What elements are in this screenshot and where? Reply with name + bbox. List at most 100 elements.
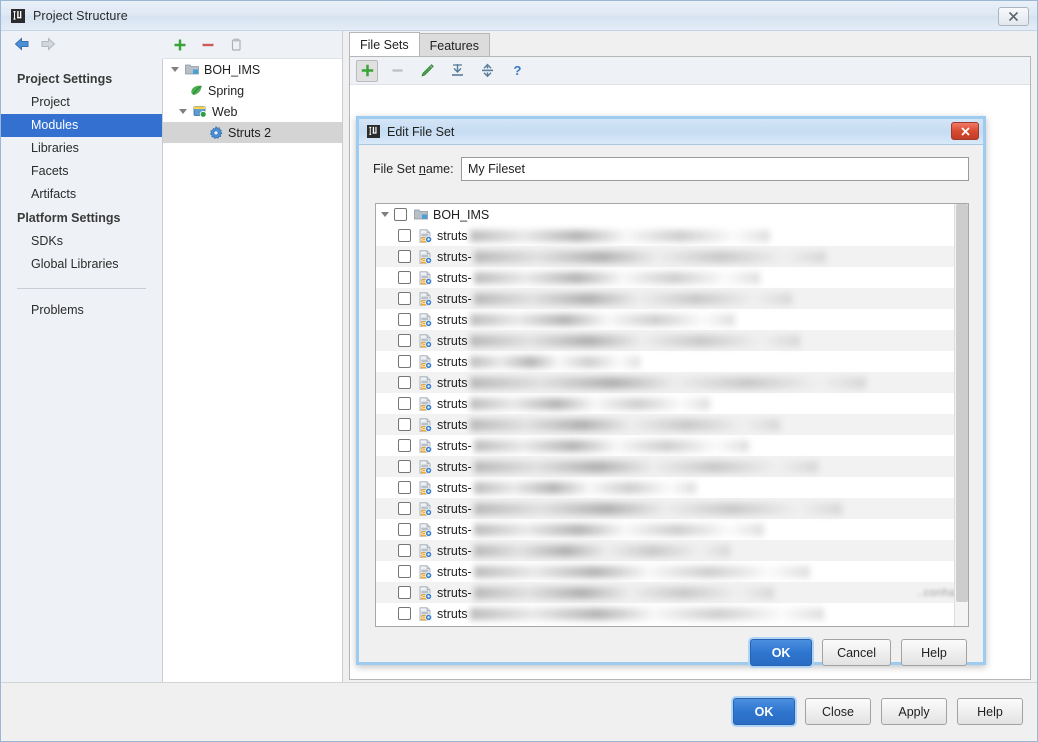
tree-row-checkbox[interactable] [394,208,407,221]
window-close-button[interactable] [998,7,1029,26]
tree-row-checkbox[interactable] [398,292,411,305]
file-tree-row[interactable]: <> struts [376,330,968,351]
struts-xml-icon: <> [415,333,435,348]
file-tree-root-row[interactable]: BOH_IMS [376,204,968,225]
file-tree-row[interactable]: <> struts- [376,540,968,561]
struts-xml-icon: <> [415,459,435,474]
tree-row-checkbox[interactable] [398,397,411,410]
struts-xml-icon: <> [415,396,435,411]
tree-row-checkbox[interactable] [398,313,411,326]
tree-row-checkbox[interactable] [398,523,411,536]
sidebar-item-modules[interactable]: Modules [1,114,162,137]
file-tree-row[interactable]: <> struts- [376,288,968,309]
struts-xml-icon: <> [415,312,435,327]
file-tree-row[interactable]: <> struts [376,414,968,435]
sidebar-item-project[interactable]: Project [1,91,162,114]
struts-xml-icon: <> [415,375,435,390]
tree-row-checkbox[interactable] [398,376,411,389]
help-button[interactable]: Help [957,698,1023,725]
module-tree-row-spring[interactable]: Spring [163,80,342,101]
tree-row-checkbox[interactable] [398,502,411,515]
sidebar-item-sdks[interactable]: SDKs [1,230,162,253]
file-set-name-input[interactable] [461,157,969,181]
collapse-all-button[interactable] [476,60,498,82]
back-arrow-icon[interactable] [13,36,33,54]
file-set-tree-panel[interactable]: BOH_IMS <> struts <> struts- <> struts- [375,203,969,627]
file-tree-row[interactable]: <> struts- ..conha/i [376,582,968,603]
file-tree-row-label: struts- [437,501,472,516]
tree-row-checkbox[interactable] [398,544,411,557]
ok-button[interactable]: OK [733,698,795,725]
file-tree-row-label: struts [437,396,468,411]
module-tree-label: Web [212,104,238,119]
redacted-filename [469,607,824,620]
svg-text:?: ? [513,63,521,78]
tree-row-checkbox[interactable] [398,565,411,578]
sidebar-item-facets[interactable]: Facets [1,160,162,183]
file-tree-row[interactable]: <> struts- [376,435,968,456]
sidebar-item-global-libraries[interactable]: Global Libraries [1,253,162,276]
module-icon [183,63,201,76]
file-tree-row[interactable]: <> struts- [376,561,968,582]
tree-vertical-scrollbar[interactable] [954,204,968,626]
expand-toggle-icon[interactable] [376,212,394,217]
sidebar-item-libraries[interactable]: Libraries [1,137,162,160]
module-tree-row-boh-ims[interactable]: BOH_IMS [163,59,342,80]
file-tree-row[interactable]: <> struts- [376,267,968,288]
file-tree-row[interactable]: <> struts- [376,498,968,519]
tree-row-checkbox[interactable] [398,334,411,347]
tree-row-checkbox[interactable] [398,607,411,620]
add-module-button[interactable] [171,36,189,54]
file-tree-row[interactable]: <> struts [376,603,968,624]
file-tree-row[interactable]: <> struts [376,225,968,246]
tree-row-checkbox[interactable] [398,460,411,473]
file-tree-row[interactable]: <> struts- [376,477,968,498]
close-button[interactable]: Close [805,698,871,725]
redacted-filename [469,229,770,242]
module-icon [411,208,431,221]
file-tree-row[interactable]: <> struts [376,393,968,414]
modal-ok-button[interactable]: OK [750,639,813,666]
module-tree-row-struts-2[interactable]: Struts 2 [163,122,342,143]
tree-row-checkbox[interactable] [398,250,411,263]
sidebar-group-project-settings: Project Settings [17,72,113,86]
file-tree-row[interactable]: <> struts- [376,246,968,267]
tree-row-checkbox[interactable] [398,355,411,368]
scrollbar-thumb[interactable] [956,204,968,602]
file-tree-row-label: struts- [437,522,472,537]
tab-features[interactable]: Features [418,33,490,57]
redacted-filename [473,481,696,494]
sidebar-item-problems[interactable]: Problems [1,299,162,322]
tree-row-checkbox[interactable] [398,229,411,242]
tree-row-checkbox[interactable] [398,586,411,599]
redacted-filename [473,271,760,284]
tree-row-checkbox[interactable] [398,439,411,452]
apply-button[interactable]: Apply [881,698,947,725]
tree-row-checkbox[interactable] [398,418,411,431]
tree-row-checkbox[interactable] [398,271,411,284]
edit-fileset-button[interactable] [416,60,438,82]
module-tree-label: Spring [208,83,245,98]
expand-toggle-icon[interactable] [175,109,191,114]
tree-row-checkbox[interactable] [398,481,411,494]
file-tree-row[interactable]: <> struts- [376,519,968,540]
file-tree-row[interactable]: <> struts [376,309,968,330]
add-fileset-button[interactable] [356,59,378,82]
module-toolbar [163,31,342,59]
help-icon-button[interactable]: ? [506,60,528,82]
file-tree-row[interactable]: <> struts [376,351,968,372]
sidebar-item-artifacts[interactable]: Artifacts [1,183,162,206]
expand-toggle-icon[interactable] [167,67,183,72]
file-tree-row[interactable]: <> struts [376,372,968,393]
tab-file-sets[interactable]: File Sets [349,32,420,57]
redacted-filename [469,355,640,368]
modal-cancel-button[interactable]: Cancel [822,639,891,666]
file-tree-row[interactable]: <> struts- [376,456,968,477]
module-tree-row-web[interactable]: Web [163,101,342,122]
remove-module-button[interactable] [199,36,217,54]
expand-all-button[interactable] [446,60,468,82]
file-tree-row-label: struts- [437,291,472,306]
modal-help-button[interactable]: Help [901,639,967,666]
modal-close-button[interactable] [951,122,979,140]
file-set-name-row: File Set name: [373,157,969,181]
